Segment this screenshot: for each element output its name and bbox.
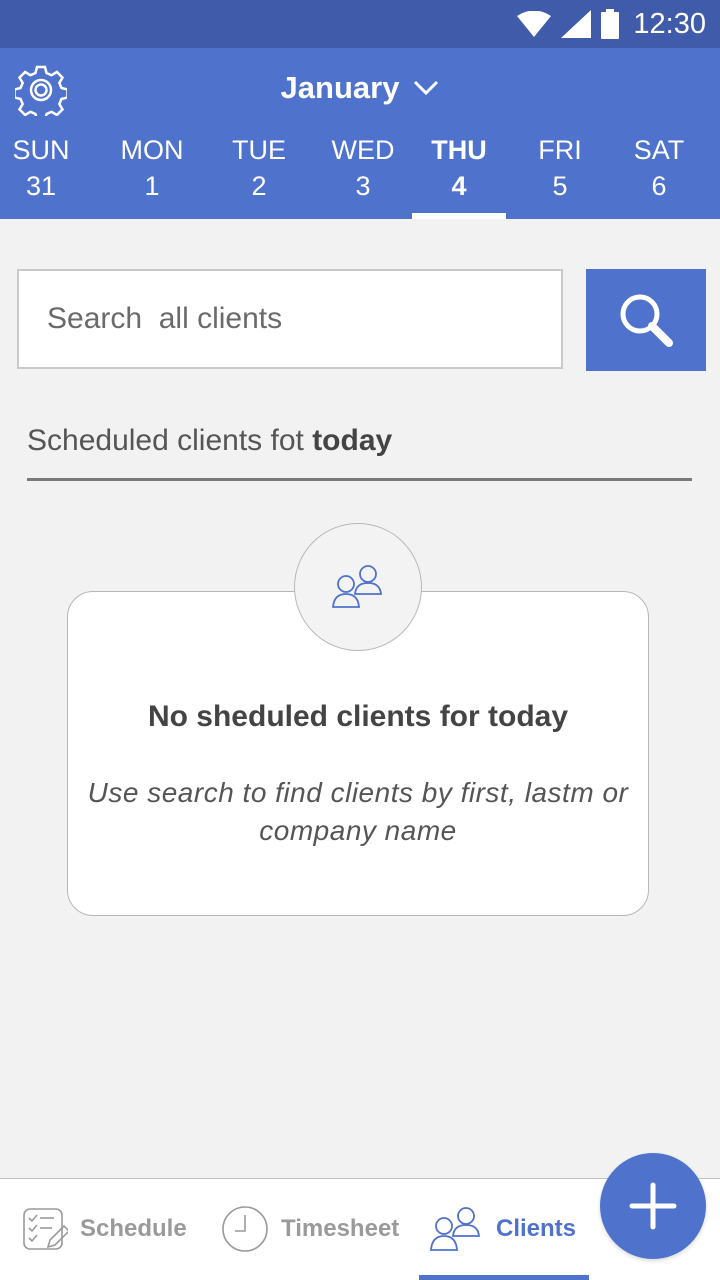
nav-item-clients[interactable]: Clients [428, 1179, 576, 1279]
divider [27, 478, 692, 481]
plus-icon [629, 1182, 677, 1230]
day-tab-sun[interactable]: SUN 31 [0, 132, 82, 219]
search-icon [620, 294, 673, 347]
month-selector[interactable]: January [0, 70, 720, 106]
battery-icon [601, 9, 620, 39]
day-tab-wed[interactable]: WED 3 [320, 132, 406, 219]
clock-icon [222, 1206, 268, 1252]
day-tab-fri[interactable]: FRI 5 [520, 132, 600, 219]
nav-label-clients: Clients [496, 1215, 577, 1242]
chevron-down-icon [414, 80, 439, 96]
day-tab-tue[interactable]: TUE 2 [218, 132, 300, 219]
section-title-emphasis: today [312, 424, 393, 457]
status-icons: 12:30 [517, 0, 706, 48]
week-day-selector: SUN 31 MON 1 TUE 2 WED 3 THU 4 FRI 5 SAT… [0, 132, 720, 219]
nav-item-schedule[interactable]: Schedule [20, 1179, 187, 1279]
empty-state-badge [294, 523, 422, 651]
section-title-prefix: Scheduled clients fot [27, 424, 313, 457]
signal-icon [561, 10, 592, 38]
calendar-header: January SUN 31 MON 1 TUE 2 WED 3 THU 4 F… [0, 48, 720, 219]
empty-state-description: Use search to find clients by first, las… [87, 777, 629, 846]
nav-active-indicator [419, 1275, 589, 1280]
search-button[interactable] [586, 269, 706, 371]
users-icon [430, 1207, 480, 1251]
day-tab-mon[interactable]: MON 1 [108, 132, 196, 219]
add-button[interactable] [600, 1153, 706, 1259]
users-icon [332, 565, 382, 608]
empty-state-title: No sheduled clients for today [147, 700, 569, 733]
checklist-edit-icon [23, 1208, 68, 1250]
nav-label-schedule: Schedule [80, 1215, 187, 1242]
status-bar: 12:30 [0, 0, 720, 48]
section-title: Scheduled clients fot today [27, 424, 392, 458]
wifi-icon [517, 11, 552, 37]
month-label: January [280, 70, 400, 105]
search-placeholder: Search all clients [47, 302, 283, 335]
day-tab-sat[interactable]: SAT 6 [618, 132, 700, 219]
nav-item-timesheet[interactable]: Timesheet [221, 1179, 399, 1279]
nav-label-timesheet: Timesheet [281, 1215, 400, 1242]
day-tab-thu[interactable]: THU 4 [412, 132, 506, 219]
search-input[interactable]: Search all clients [17, 269, 563, 369]
status-time: 12:30 [633, 7, 706, 40]
